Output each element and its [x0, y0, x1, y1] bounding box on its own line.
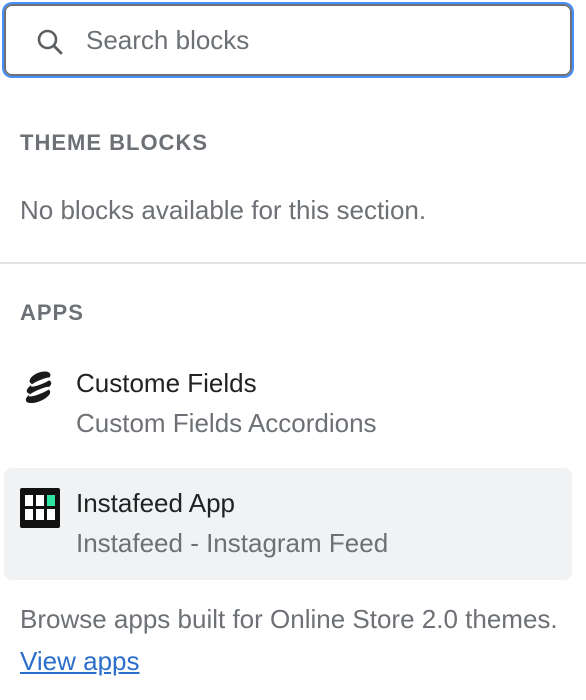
view-apps-link[interactable]: View apps — [20, 646, 140, 676]
browse-apps-text: Browse apps built for Online Store 2.0 t… — [20, 598, 560, 682]
browse-apps-middle: themes. — [465, 604, 558, 634]
grid-icon — [20, 488, 60, 528]
search-input[interactable] — [86, 20, 556, 60]
app-title: Custome Fields — [76, 368, 257, 398]
app-subtitle: Instafeed - Instagram Feed — [76, 528, 389, 558]
app-title: Instafeed App — [76, 488, 236, 518]
apps-heading: APPS — [20, 300, 84, 325]
search-field[interactable] — [4, 4, 572, 76]
search-icon — [37, 29, 63, 55]
app-item-custome-fields[interactable]: Custome Fields Custom Fields Accordions — [4, 348, 572, 460]
app-subtitle: Custom Fields Accordions — [76, 408, 377, 438]
no-blocks-message: No blocks available for this section. — [20, 195, 427, 225]
stacked-discs-icon — [25, 371, 52, 404]
browse-apps-prefix: Browse apps built for Online Store 2.0 — [20, 604, 458, 634]
section-divider — [0, 262, 586, 264]
app-item-instafeed[interactable]: Instafeed App Instafeed - Instagram Feed — [4, 468, 572, 580]
theme-blocks-heading: THEME BLOCKS — [20, 130, 208, 155]
